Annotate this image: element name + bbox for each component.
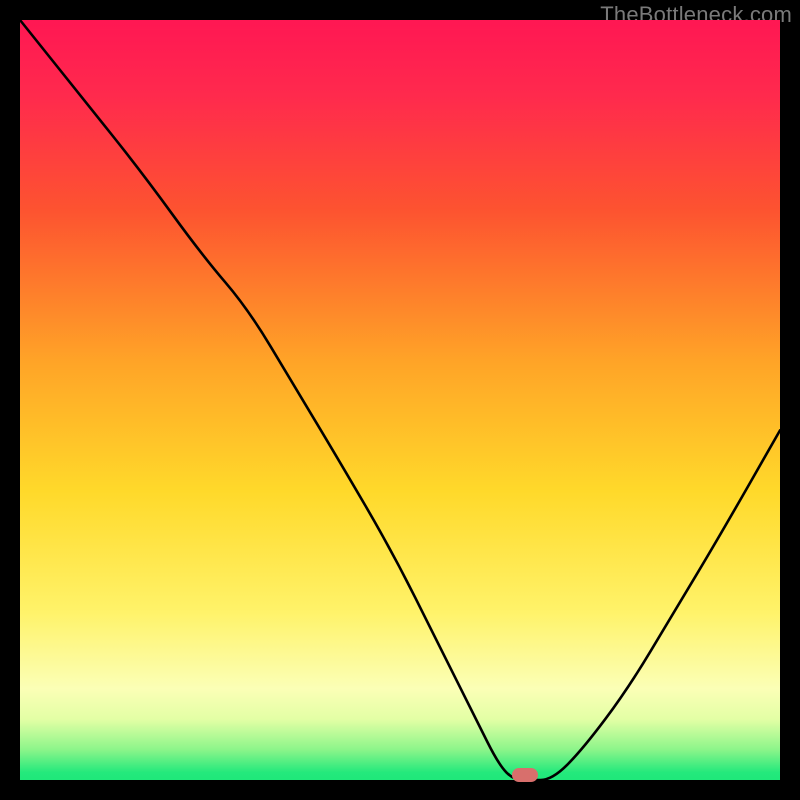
chart-frame: TheBottleneck.com bbox=[0, 0, 800, 800]
plot-area bbox=[20, 20, 780, 780]
optimal-marker bbox=[512, 768, 538, 782]
curve-layer bbox=[20, 20, 780, 780]
bottleneck-curve bbox=[20, 20, 780, 780]
